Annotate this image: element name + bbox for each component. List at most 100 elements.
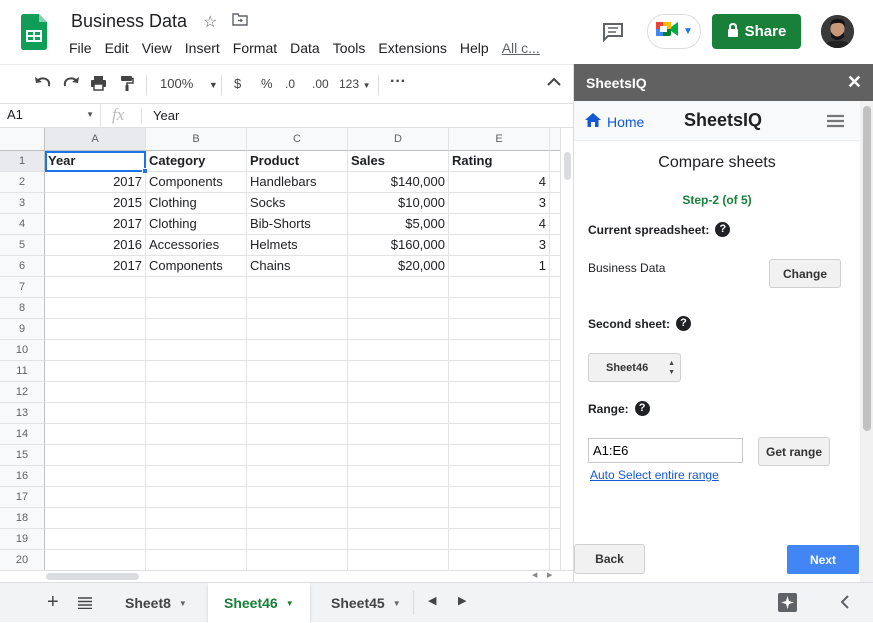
table-cell[interactable] — [449, 319, 550, 340]
table-cell[interactable] — [348, 508, 449, 529]
help-icon[interactable]: ? — [634, 401, 650, 416]
table-cell[interactable] — [449, 340, 550, 361]
second-sheet-select[interactable]: Sheet46 ▲ ▼ — [588, 353, 681, 382]
name-box[interactable]: A1 ▼ — [0, 104, 101, 127]
table-cell[interactable] — [146, 424, 247, 445]
formula-input[interactable]: Year — [153, 108, 179, 123]
row-header[interactable]: 16 — [0, 466, 45, 487]
table-cell[interactable] — [550, 445, 560, 466]
table-cell[interactable] — [247, 298, 348, 319]
table-cell[interactable]: 3 — [449, 235, 550, 256]
table-cell[interactable] — [146, 508, 247, 529]
table-cell[interactable] — [550, 151, 560, 172]
table-cell[interactable] — [247, 382, 348, 403]
table-cell[interactable] — [550, 361, 560, 382]
column-header-a[interactable]: A — [45, 128, 146, 151]
row-header[interactable]: 6 — [0, 256, 45, 277]
table-cell[interactable] — [550, 382, 560, 403]
table-cell[interactable] — [449, 403, 550, 424]
table-cell[interactable] — [45, 340, 146, 361]
doc-title[interactable]: Business Data — [71, 11, 187, 32]
table-cell[interactable] — [449, 361, 550, 382]
paint-format-icon[interactable] — [120, 75, 134, 95]
row-header[interactable]: 8 — [0, 298, 45, 319]
column-header-e[interactable]: E — [449, 128, 550, 151]
currency-format-button[interactable]: $ — [234, 76, 241, 91]
table-cell[interactable] — [348, 361, 449, 382]
table-cell[interactable] — [146, 403, 247, 424]
table-cell[interactable] — [45, 529, 146, 550]
table-cell[interactable] — [550, 319, 560, 340]
table-cell[interactable] — [247, 508, 348, 529]
hamburger-menu-icon[interactable] — [827, 114, 844, 133]
table-cell[interactable] — [348, 529, 449, 550]
table-cell[interactable] — [45, 550, 146, 570]
select-all-corner[interactable] — [0, 128, 45, 151]
table-cell[interactable]: $160,000 — [348, 235, 449, 256]
table-cell[interactable] — [247, 403, 348, 424]
row-header[interactable]: 2 — [0, 172, 45, 193]
row-header[interactable]: 1 — [0, 151, 45, 172]
row-header[interactable]: 18 — [0, 508, 45, 529]
table-cell[interactable] — [146, 445, 247, 466]
table-cell[interactable]: $20,000 — [348, 256, 449, 277]
table-cell[interactable]: Socks — [247, 193, 348, 214]
fill-handle[interactable] — [142, 168, 148, 174]
table-cell[interactable] — [348, 445, 449, 466]
side-panel-toggle-icon[interactable] — [840, 595, 850, 614]
menu-view[interactable]: View — [142, 40, 172, 56]
avatar[interactable] — [821, 15, 854, 48]
table-cell[interactable] — [449, 487, 550, 508]
table-cell[interactable] — [550, 340, 560, 361]
sheet-tab-sheet46[interactable]: Sheet46 ▼ — [208, 583, 310, 623]
row-header[interactable]: 13 — [0, 403, 45, 424]
table-cell[interactable]: $5,000 — [348, 214, 449, 235]
table-cell[interactable] — [247, 550, 348, 570]
table-cell[interactable] — [550, 277, 560, 298]
table-cell[interactable] — [45, 403, 146, 424]
menu-extensions[interactable]: Extensions — [378, 40, 446, 56]
row-header[interactable]: 14 — [0, 424, 45, 445]
table-cell[interactable] — [449, 277, 550, 298]
row-header[interactable]: 5 — [0, 235, 45, 256]
help-icon[interactable]: ? — [676, 316, 692, 331]
table-cell[interactable]: $140,000 — [348, 172, 449, 193]
table-cell[interactable]: 4 — [449, 172, 550, 193]
table-cell[interactable]: Helmets — [247, 235, 348, 256]
table-cell[interactable] — [146, 277, 247, 298]
table-cell[interactable] — [550, 466, 560, 487]
scroll-left-icon[interactable]: ◀ — [532, 571, 537, 579]
table-cell[interactable] — [550, 487, 560, 508]
collapse-toolbar-icon[interactable] — [547, 75, 561, 90]
table-cell[interactable] — [348, 277, 449, 298]
increase-decimal-button[interactable]: .00 — [312, 76, 329, 91]
table-cell[interactable] — [550, 193, 560, 214]
print-icon[interactable] — [90, 75, 107, 94]
table-cell[interactable] — [550, 256, 560, 277]
menu-all-changes[interactable]: All c... — [502, 40, 540, 56]
horizontal-scrollbar[interactable]: ◀ ▶ — [0, 570, 573, 582]
table-cell[interactable] — [550, 403, 560, 424]
table-cell[interactable] — [348, 403, 449, 424]
sheet-tab-sheet8[interactable]: Sheet8 ▼ — [110, 583, 202, 623]
table-cell[interactable] — [449, 508, 550, 529]
menu-file[interactable]: File — [69, 40, 92, 56]
table-cell[interactable] — [348, 298, 449, 319]
table-cell[interactable] — [550, 550, 560, 570]
undo-icon[interactable] — [34, 74, 52, 93]
table-cell[interactable] — [45, 445, 146, 466]
comments-icon[interactable] — [602, 22, 624, 47]
table-cell[interactable]: 2015 — [45, 193, 146, 214]
table-cell[interactable]: $10,000 — [348, 193, 449, 214]
table-cell[interactable] — [550, 424, 560, 445]
star-icon[interactable]: ☆ — [203, 12, 217, 32]
back-button[interactable]: Back — [574, 544, 645, 574]
next-button[interactable]: Next — [787, 545, 859, 574]
vertical-scroll-thumb[interactable] — [564, 152, 571, 180]
menu-help[interactable]: Help — [460, 40, 489, 56]
table-cell[interactable] — [449, 424, 550, 445]
header-cell[interactable]: Category — [146, 151, 247, 172]
table-cell[interactable] — [247, 466, 348, 487]
table-cell[interactable] — [348, 424, 449, 445]
table-cell[interactable] — [45, 424, 146, 445]
